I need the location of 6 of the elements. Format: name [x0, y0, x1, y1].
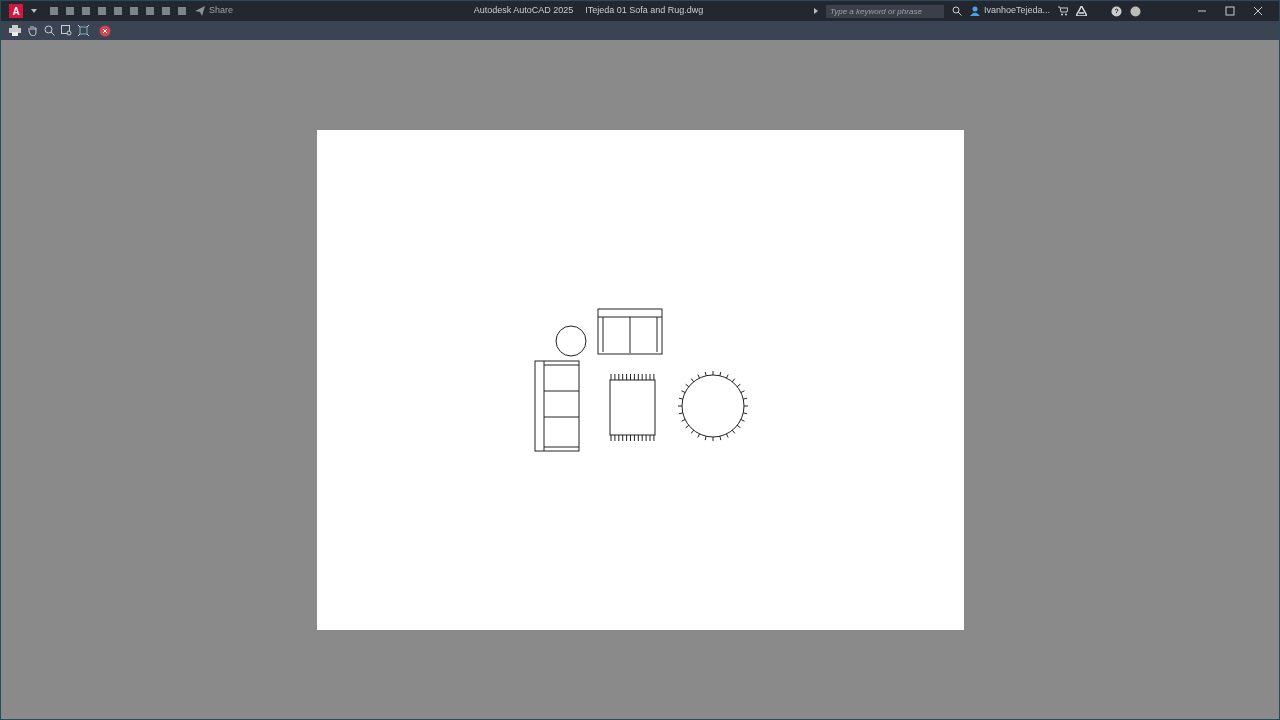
file-name: ITejeda 01 Sofa and Rug.dwg: [585, 4, 704, 18]
app-name: Autodesk AutoCAD 2025: [473, 4, 574, 18]
user-name[interactable]: IvanhoeTejeda...: [983, 4, 1050, 18]
share-button[interactable]: Share: [195, 4, 234, 18]
search-field[interactable]: Type a keyword or phrase: [825, 4, 944, 18]
app-logo[interactable]: A: [9, 4, 23, 18]
